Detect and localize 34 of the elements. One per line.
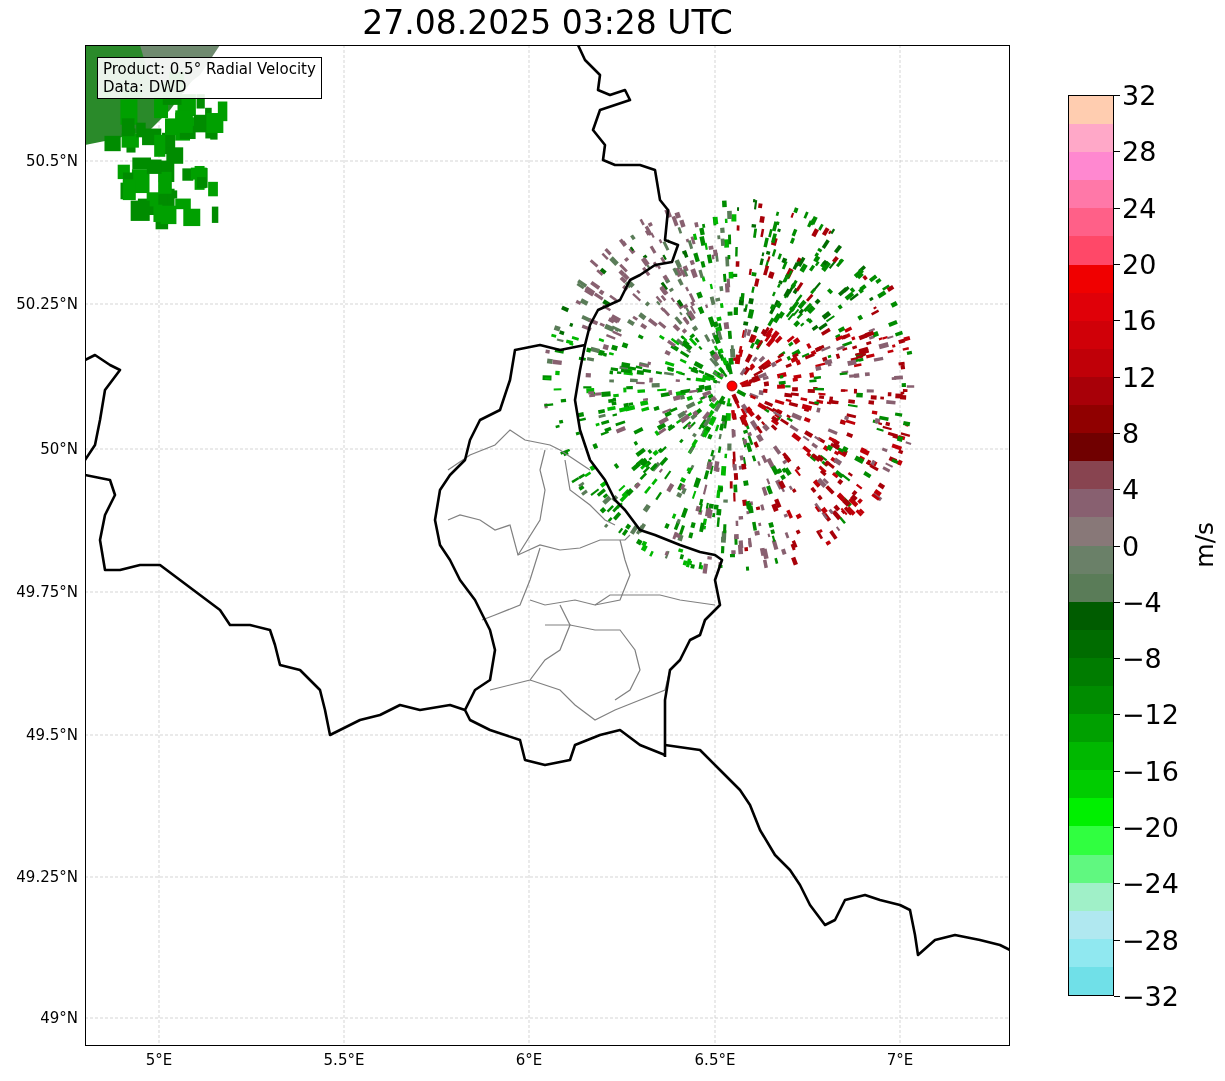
colorbar-label: m/s [1189, 522, 1221, 568]
colorbar-tick-label: −16 [1122, 757, 1179, 785]
colorbar-tick-label: 0 [1122, 532, 1140, 559]
axis-tick-label: 5°E [145, 1053, 173, 1068]
colorbar-tick-label: 32 [1122, 81, 1157, 109]
colorbar-tick-label: 16 [1122, 306, 1157, 334]
axis-tick-label: 50.5°N [25, 153, 78, 169]
colorbar-tick-label: 24 [1122, 194, 1157, 222]
chart-title: 27.08.2025 03:28 UTC [362, 6, 733, 39]
axis-tick-label: 6°E [515, 1053, 543, 1068]
colorbar-tick-label: 4 [1122, 475, 1140, 503]
axis-tick-label: 50°N [40, 441, 78, 457]
axis-tick-label: 49°N [40, 1010, 78, 1026]
axis-tick-label: 49.75°N [16, 584, 78, 600]
colorbar-tick-label: −8 [1122, 644, 1162, 672]
colorbar-tick-label: −32 [1122, 982, 1179, 1010]
legend-text: Data: DWD [103, 78, 188, 96]
legend-text: Product: 0.5° Radial Velocity [103, 60, 316, 78]
axis-tick-label: 49.5°N [25, 727, 78, 743]
axis-tick-label: 7°E [886, 1053, 914, 1068]
radar-site-marker [726, 380, 738, 392]
colorbar-tick-label: 8 [1122, 419, 1140, 447]
colorbar-tick-label: −28 [1122, 926, 1179, 954]
colorbar-tick-label: 12 [1122, 363, 1157, 391]
colorbar-tick-label: −4 [1122, 588, 1162, 616]
colorbar-tick-label: 20 [1122, 250, 1157, 278]
colorbar-tick-label: −20 [1122, 813, 1179, 841]
colorbar-tick-label: −24 [1122, 869, 1179, 897]
colorbar-tick-label: 28 [1122, 137, 1157, 165]
axis-tick-label: 49.25°N [16, 869, 78, 885]
axis-tick-label: 50.25°N [16, 296, 78, 312]
axis-tick-label: 6.5°E [694, 1053, 736, 1068]
axis-tick-label: 5.5°E [323, 1053, 365, 1068]
colorbar-tick-label: −12 [1122, 700, 1179, 728]
